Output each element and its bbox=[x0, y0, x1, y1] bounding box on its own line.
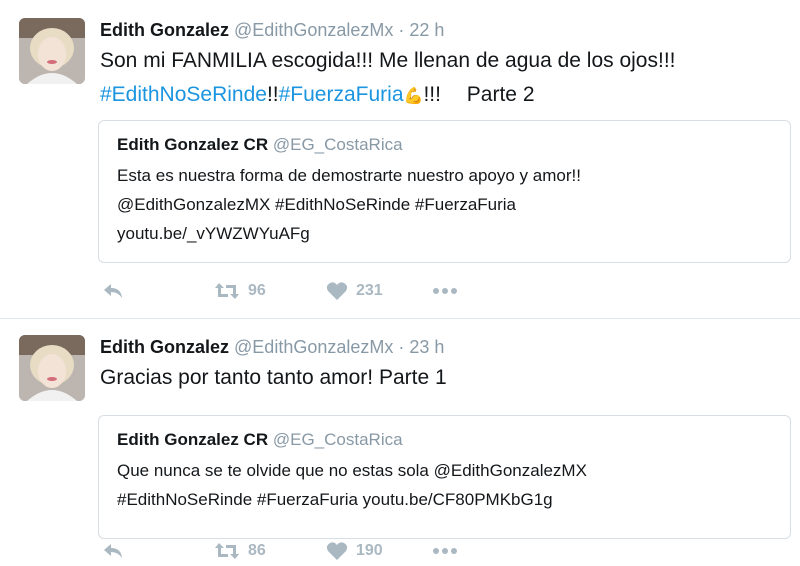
tweet-time[interactable]: · 23 h bbox=[398, 337, 444, 357]
retweet-button[interactable]: 96 bbox=[214, 281, 326, 301]
reply-icon[interactable] bbox=[102, 281, 214, 301]
retweet-icon bbox=[214, 281, 240, 301]
quoted-text-line: #EdithNoSeRinde #FuerzaFuria youtu.be/CF… bbox=[117, 490, 553, 509]
quoted-tweet[interactable]: Edith Gonzalez CR @EG_CostaRica Esta es … bbox=[98, 120, 791, 263]
tweet[interactable]: Edith Gonzalez @EdithGonzalezMx · 23 h G… bbox=[0, 319, 800, 566]
tweet-header: Edith Gonzalez @EdithGonzalezMx · 23 h bbox=[100, 337, 444, 358]
quoted-author-handle: @EG_CostaRica bbox=[272, 135, 403, 154]
tweet-actions: 86 190 bbox=[102, 540, 458, 562]
tweet-text-line-2: #EdithNoSeRinde!!#FuerzaFuria💪!!! Parte … bbox=[100, 78, 676, 114]
tweet-text-line: Gracias por tanto tanto amor! Parte 1 bbox=[100, 366, 447, 389]
author-name[interactable]: Edith Gonzalez bbox=[100, 337, 229, 357]
tweet-text-part: Parte 2 bbox=[466, 83, 535, 106]
tweet[interactable]: Edith Gonzalez @EdithGonzalezMx · 22 h S… bbox=[0, 0, 800, 319]
tweet-time[interactable]: · 22 h bbox=[398, 20, 444, 40]
quoted-tweet-header: Edith Gonzalez CR @EG_CostaRica bbox=[117, 430, 772, 450]
quoted-author-handle: @EG_CostaRica bbox=[272, 430, 403, 449]
like-count: 231 bbox=[356, 282, 383, 299]
tweet-text: Gracias por tanto tanto amor! Parte 1 bbox=[100, 361, 447, 395]
more-icon[interactable] bbox=[432, 287, 458, 295]
tweet-text: Son mi FANMILIA escogida!!! Me llenan de… bbox=[100, 44, 676, 114]
author-handle[interactable]: @EdithGonzalezMx bbox=[234, 337, 393, 357]
flexed-biceps-emoji: 💪 bbox=[403, 88, 424, 105]
tweet-text-fragment: !! bbox=[266, 83, 279, 106]
avatar[interactable] bbox=[19, 18, 85, 84]
quoted-text-line: youtu.be/_vYWZWYuAFg bbox=[117, 224, 310, 243]
like-button[interactable]: 190 bbox=[326, 541, 432, 561]
quoted-author-name: Edith Gonzalez CR bbox=[117, 430, 269, 449]
more-icon[interactable] bbox=[432, 547, 458, 555]
quoted-text-line: @EdithGonzalezMX #EdithNoSeRinde #Fuerza… bbox=[117, 195, 517, 214]
tweet-text-line: Son mi FANMILIA escogida!!! Me llenan de… bbox=[100, 49, 676, 72]
retweet-count: 96 bbox=[248, 282, 266, 299]
like-count: 190 bbox=[356, 542, 383, 559]
retweet-count: 86 bbox=[248, 542, 266, 559]
retweet-icon bbox=[214, 541, 240, 561]
hashtag-link[interactable]: #FuerzaFuria bbox=[279, 83, 404, 106]
author-handle[interactable]: @EdithGonzalezMx bbox=[234, 20, 393, 40]
heart-icon bbox=[326, 281, 348, 301]
like-button[interactable]: 231 bbox=[326, 281, 432, 301]
tweet-header: Edith Gonzalez @EdithGonzalezMx · 22 h bbox=[100, 20, 444, 41]
author-name[interactable]: Edith Gonzalez bbox=[100, 20, 229, 40]
quoted-text-line: Esta es nuestra forma de demostrarte nue… bbox=[117, 166, 581, 185]
quoted-tweet[interactable]: Edith Gonzalez CR @EG_CostaRica Que nunc… bbox=[98, 415, 791, 539]
tweet-actions: 96 231 bbox=[102, 280, 458, 302]
avatar[interactable] bbox=[19, 335, 85, 401]
retweet-button[interactable]: 86 bbox=[214, 541, 326, 561]
heart-icon bbox=[326, 541, 348, 561]
quoted-text-line: Que nunca se te olvide que no estas sola… bbox=[117, 461, 587, 480]
hashtag-link[interactable]: #EdithNoSeRinde bbox=[100, 83, 267, 106]
quoted-author-name: Edith Gonzalez CR bbox=[117, 135, 269, 154]
quoted-tweet-header: Edith Gonzalez CR @EG_CostaRica bbox=[117, 135, 772, 155]
reply-icon[interactable] bbox=[102, 541, 214, 561]
tweet-text-fragment: !!! bbox=[423, 83, 441, 106]
